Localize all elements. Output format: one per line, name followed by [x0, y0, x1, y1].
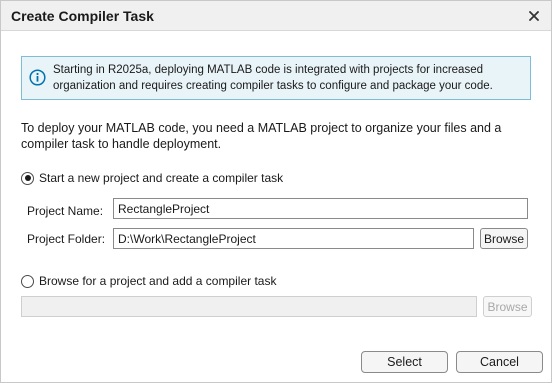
- existing-project-path-input[interactable]: [21, 296, 477, 317]
- intro-text: To deploy your MATLAB code, you need a M…: [21, 121, 502, 151]
- title-bar: Create Compiler Task: [1, 1, 551, 31]
- existing-project-browse-button[interactable]: Browse: [483, 296, 532, 317]
- new-project-radio[interactable]: [21, 171, 34, 185]
- select-button[interactable]: Select: [361, 351, 448, 373]
- project-folder-browse-button[interactable]: Browse: [480, 228, 528, 249]
- cancel-button[interactable]: Cancel: [456, 351, 543, 373]
- create-compiler-task-dialog: Create Compiler Task Starting in R2025a,…: [0, 0, 552, 383]
- new-project-option[interactable]: Start a new project and create a compile…: [21, 171, 283, 185]
- new-project-radio-label: Start a new project and create a compile…: [39, 171, 284, 185]
- project-folder-input[interactable]: [113, 228, 474, 249]
- info-text: Starting in R2025a, deploying MATLAB cod…: [53, 64, 493, 92]
- project-folder-label: Project Folder:: [27, 232, 106, 246]
- project-name-label: Project Name:: [27, 204, 104, 218]
- project-name-input[interactable]: [113, 198, 528, 219]
- close-icon: [529, 11, 539, 21]
- dialog-title: Create Compiler Task: [11, 8, 154, 24]
- existing-project-option[interactable]: Browse for a project and add a compiler …: [21, 274, 276, 288]
- close-button[interactable]: [523, 5, 545, 27]
- existing-project-radio[interactable]: [21, 274, 34, 288]
- info-icon: [29, 69, 46, 86]
- info-banner: Starting in R2025a, deploying MATLAB cod…: [21, 56, 531, 100]
- existing-project-radio-label: Browse for a project and add a compiler …: [39, 274, 277, 288]
